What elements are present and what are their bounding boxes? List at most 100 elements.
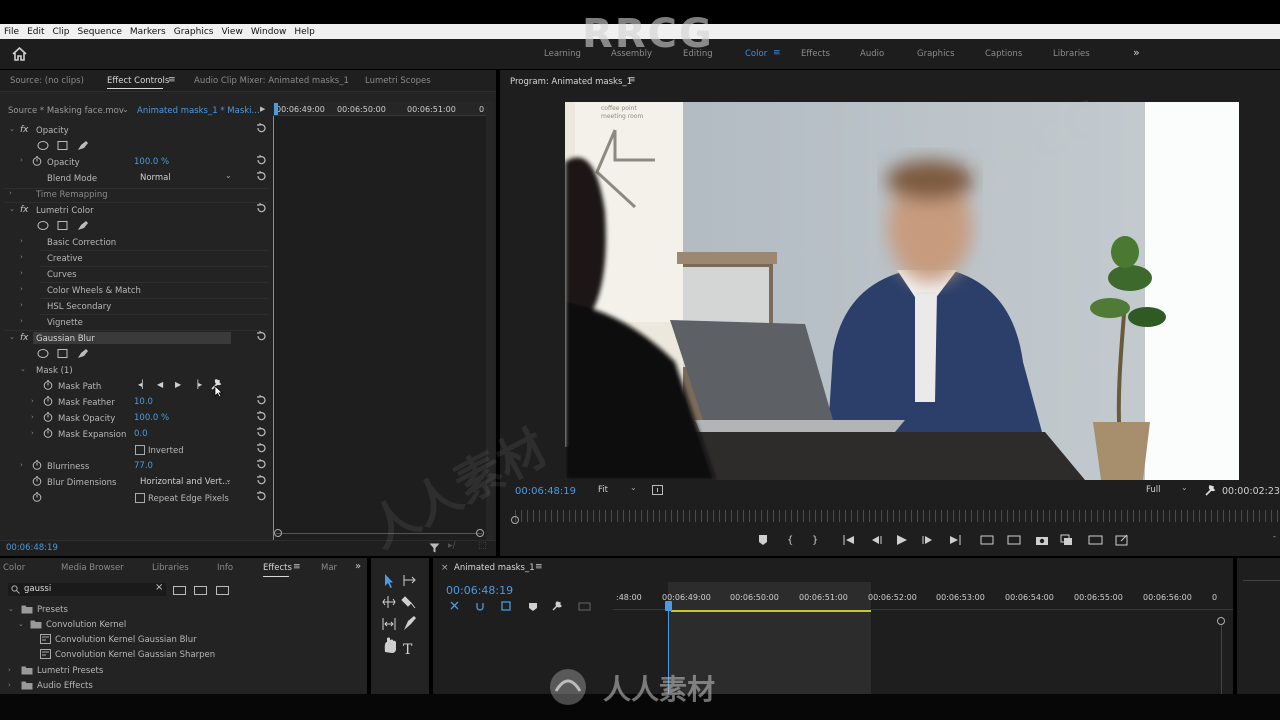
workspace-color[interactable]: Color	[745, 49, 767, 59]
quality-dropdown[interactable]: Full ⌄	[1144, 483, 1192, 497]
blend-mode-dropdown[interactable]: Normal ⌄	[137, 171, 235, 184]
reset-icon[interactable]	[256, 171, 266, 181]
sequence-clip-label[interactable]: Animated masks_1 * Maski...	[137, 106, 260, 116]
ripple-icon[interactable]: ▸/	[448, 541, 456, 551]
slip-tool-icon[interactable]	[382, 618, 396, 630]
more-controls-icon[interactable]: -	[1273, 532, 1276, 541]
settings-icon[interactable]	[652, 485, 663, 495]
workspace-learning[interactable]: Learning	[544, 49, 581, 59]
proxy-toggle-icon[interactable]	[1088, 535, 1103, 545]
fx-badge-icon[interactable]: fx	[20, 333, 29, 343]
tab-lumetri-scopes[interactable]: Lumetri Scopes	[365, 76, 431, 86]
more-workspaces-icon[interactable]: »	[1133, 46, 1140, 59]
expand-icon[interactable]: ›	[31, 429, 34, 437]
rectangle-mask-icon[interactable]	[57, 141, 68, 150]
tab-audio-clip-mixer[interactable]: Audio Clip Mixer: Animated masks_1	[194, 76, 349, 86]
tab-info[interactable]: Info	[217, 563, 233, 573]
ellipse-mask-icon[interactable]	[37, 221, 49, 230]
add-marker-icon[interactable]	[529, 603, 537, 611]
close-tab-icon[interactable]: ×	[441, 563, 449, 573]
creative-label[interactable]: Creative	[47, 254, 83, 264]
step-back-icon[interactable]	[872, 536, 882, 544]
scrub-handle[interactable]	[511, 516, 519, 524]
ellipse-mask-icon[interactable]	[37, 349, 49, 358]
mark-in-icon[interactable]: {	[787, 535, 793, 546]
expand-icon[interactable]: ›	[20, 317, 23, 325]
reset-icon[interactable]	[256, 331, 266, 341]
menu-help[interactable]: Help	[290, 27, 319, 37]
comparison-view-icon[interactable]	[1060, 534, 1072, 545]
panel-menu-icon[interactable]: ≡	[168, 75, 176, 85]
panel-menu-icon[interactable]: ≡	[293, 562, 301, 572]
snap-icon[interactable]	[476, 603, 484, 611]
collapse-icon[interactable]: ⌄	[9, 205, 15, 213]
stopwatch-icon[interactable]	[32, 156, 42, 166]
menu-window[interactable]: Window	[247, 27, 291, 37]
stopwatch-icon[interactable]	[43, 412, 53, 422]
chevron-down-icon[interactable]: ⌄	[122, 105, 129, 114]
timeline-timecode[interactable]: 00:06:48:19	[446, 584, 513, 597]
basic-correction-label[interactable]: Basic Correction	[47, 238, 116, 248]
workspace-audio[interactable]: Audio	[860, 49, 884, 59]
program-scrub-bar[interactable]	[515, 510, 1280, 522]
reset-icon[interactable]	[256, 427, 266, 437]
tree-item[interactable]: Convolution Kernel Gaussian Sharpen	[55, 650, 215, 660]
extract-icon[interactable]	[1007, 535, 1021, 545]
stopwatch-icon[interactable]	[32, 492, 42, 502]
workspace-libraries[interactable]: Libraries	[1053, 49, 1090, 59]
ellipse-mask-icon[interactable]	[37, 141, 49, 150]
pen-mask-icon[interactable]	[78, 141, 88, 150]
tab-color[interactable]: Color	[3, 563, 25, 573]
type-tool-icon[interactable]: T	[403, 642, 413, 656]
stopwatch-icon[interactable]	[43, 428, 53, 438]
workspace-graphics[interactable]: Graphics	[917, 49, 955, 59]
filter-icon[interactable]	[429, 543, 440, 553]
rectangle-mask-icon[interactable]	[57, 349, 68, 358]
mask-opacity-value[interactable]: 100.0 %	[134, 413, 169, 423]
play-only-audio-icon[interactable]: ▶	[260, 105, 265, 113]
mask-feather-value[interactable]: 10.0	[134, 397, 153, 407]
menu-file[interactable]: File	[0, 27, 23, 37]
clear-search-icon[interactable]: ×	[155, 582, 163, 593]
fx-badge-icon[interactable]: fx	[20, 125, 29, 135]
mark-out-icon[interactable]: }	[812, 535, 818, 546]
stopwatch-icon[interactable]	[32, 460, 42, 470]
pen-mask-icon[interactable]	[78, 221, 88, 230]
expand-icon[interactable]: ›	[20, 269, 23, 277]
tree-item[interactable]: Lumetri Presets	[37, 666, 103, 676]
add-marker-icon[interactable]	[759, 535, 767, 545]
step-forward-icon[interactable]	[922, 536, 932, 544]
color-wheels-label[interactable]: Color Wheels & Match	[47, 286, 141, 296]
rectangle-mask-icon[interactable]	[57, 221, 68, 230]
collapse-icon[interactable]: ⌄	[20, 365, 26, 373]
tab-effects[interactable]: Effects	[263, 563, 292, 573]
menu-sequence[interactable]: Sequence	[74, 27, 126, 37]
curves-label[interactable]: Curves	[47, 270, 77, 280]
workspace-effects[interactable]: Effects	[801, 49, 830, 59]
reset-icon[interactable]	[256, 475, 266, 485]
expand-icon[interactable]: ›	[8, 666, 11, 674]
tree-item[interactable]: Audio Effects	[37, 681, 93, 691]
play-icon[interactable]	[897, 535, 907, 545]
pen-tool-icon[interactable]	[404, 616, 416, 630]
vignette-label[interactable]: Vignette	[47, 318, 83, 328]
playhead[interactable]	[274, 103, 278, 115]
program-monitor-title[interactable]: Program: Animated masks_1	[510, 77, 632, 87]
accelerated-effects-icon[interactable]	[173, 586, 186, 595]
pen-mask-icon[interactable]	[78, 349, 88, 358]
expand-icon[interactable]: ›	[9, 189, 12, 197]
yuv-effects-icon[interactable]	[216, 586, 229, 595]
opacity-value[interactable]: 100.0 %	[134, 157, 169, 167]
captions-icon[interactable]	[578, 602, 591, 611]
expand-icon[interactable]: ›	[20, 253, 23, 261]
tab-libraries[interactable]: Libraries	[152, 563, 189, 573]
expand-icon[interactable]: ›	[8, 681, 11, 689]
effects-search-input[interactable]: gaussi ×	[8, 582, 166, 596]
razor-tool-icon[interactable]	[401, 596, 416, 609]
expand-icon[interactable]: ›	[20, 461, 23, 469]
lift-icon[interactable]	[980, 535, 994, 545]
expand-icon[interactable]: ›	[20, 285, 23, 293]
more-tabs-icon[interactable]: »	[355, 561, 361, 572]
go-to-in-icon[interactable]	[843, 535, 854, 545]
reset-icon[interactable]	[256, 155, 266, 165]
